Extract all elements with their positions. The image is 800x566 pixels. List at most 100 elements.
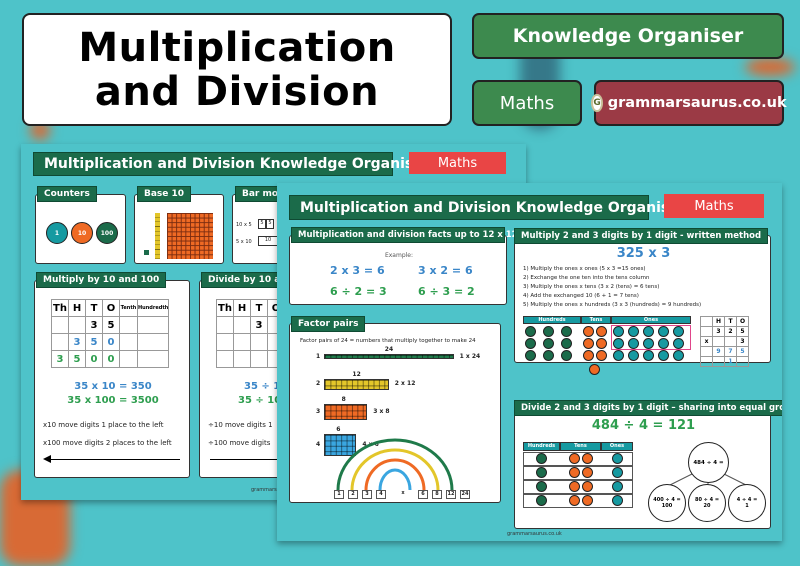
counter-10: [582, 453, 593, 464]
rule-note: x10 move digits 1 place to the left: [43, 421, 164, 429]
title-line-1: Multiplication: [78, 24, 396, 71]
table-header: O: [102, 299, 120, 317]
facts-panel: Example: 2 x 3 = 6 3 x 2 = 6 6 ÷ 2 = 3 6…: [289, 235, 507, 305]
rainbow-arc: [378, 468, 412, 491]
table-cell: [216, 316, 234, 334]
factor-number-box: 1: [334, 490, 344, 499]
array-col-count: 8: [341, 396, 346, 403]
fact-equation: 6 ÷ 2 = 3: [330, 285, 387, 298]
table-cell: [233, 333, 251, 351]
table-cell: 5: [68, 350, 86, 368]
page-title: Multiplication and Division: [22, 13, 452, 126]
table-cell: 5: [85, 333, 103, 351]
grid-row: x3: [700, 336, 749, 347]
array-row-count: 4: [316, 440, 321, 448]
counter-100: [525, 350, 536, 361]
base10-title: Base 10: [137, 186, 192, 202]
table-row: 350: [51, 333, 170, 351]
counter-1: [612, 467, 623, 478]
array-label: 3 x 8: [373, 408, 390, 416]
left-arrow-icon: [45, 459, 180, 460]
counter-1: [612, 495, 623, 506]
factor-number-box: 8: [432, 490, 442, 499]
counter-10: [569, 453, 580, 464]
grammarsaurus-logo-icon: G: [591, 94, 603, 112]
method-step: 4) Add the exchanged 10 (6 + 1 = 7 tens): [523, 293, 639, 299]
method-step: 5) Multiply the ones x hundreds (3 x 3 (…: [523, 302, 702, 308]
method-step: 3) Multiply the ones x tens (3 x 2 (tens…: [523, 284, 660, 290]
grid-cell: x: [700, 336, 713, 347]
exchanged-ten-counter: [589, 364, 600, 375]
base10-panel: [134, 194, 224, 264]
counter-10: [596, 326, 607, 337]
grid-row: 1: [700, 356, 749, 367]
table-cell: 3: [68, 333, 86, 351]
counter-1: [612, 481, 623, 492]
grid-cell: 3: [736, 336, 749, 347]
rainbow-arc: [336, 438, 454, 491]
knowledge-organiser-badge: Knowledge Organiser: [472, 13, 784, 59]
table-cell: 3: [250, 316, 268, 334]
counter-10: [582, 495, 593, 506]
table-cell: [233, 316, 251, 334]
table-cell: [136, 316, 170, 334]
written-method-title: Multiply 2 and 3 digits by 1 digit - wri…: [514, 228, 769, 244]
grid-row: 325: [700, 326, 749, 337]
grid-cell: O: [736, 316, 749, 327]
grid-cell: [736, 356, 749, 367]
fact-equation: 3 x 2 = 6: [418, 264, 473, 277]
rule-note: ÷100 move digits: [208, 439, 271, 447]
counter-10: [583, 338, 594, 349]
table-cell: 0: [102, 350, 120, 368]
website-badge[interactable]: G grammarsaurus.co.uk: [591, 80, 787, 126]
counters-title: Counters: [37, 186, 97, 202]
table-row: 3500: [51, 350, 170, 368]
counter-100: [536, 495, 547, 506]
partition-part: 80 ÷ 4 = 20: [688, 484, 726, 522]
fact-equation: 6 ÷ 3 = 2: [418, 285, 475, 298]
counter-100: [543, 338, 554, 349]
sharing-panel: 484 ÷ 4 = 121 Hundreds Tens Ones 484 ÷ 4 =…: [514, 407, 771, 529]
table-header: H: [233, 299, 251, 317]
array-label: 1 x 24: [459, 352, 481, 360]
multiply-10-panel: Th H T O Tenth Hundredth 3 5 3 5 0 3 5 0 0 35 x 10 = 3…: [34, 280, 190, 478]
place-value-table: Th H T O 3: [216, 299, 285, 368]
factor-description: Factor pairs of 24 = numbers that multip…: [300, 338, 476, 344]
counter-1: [643, 350, 654, 361]
table-cell: [216, 333, 234, 351]
table-cell: [119, 350, 138, 368]
factor-number-box: 4: [376, 490, 386, 499]
table-header: Hundreds: [523, 316, 581, 324]
bar-cell: 5: [258, 219, 266, 229]
table-header: Tens: [560, 442, 601, 451]
counter-100: [543, 326, 554, 337]
counter-100: [561, 350, 572, 361]
counter-100: [536, 453, 547, 464]
grid-cell: [700, 356, 713, 367]
factor-array: [324, 354, 454, 360]
sheet-subject: Maths: [409, 152, 506, 174]
grid-cell: [712, 336, 725, 347]
hundred-square: [167, 213, 213, 259]
background-shape: [745, 58, 795, 76]
table-header: Hundreds: [523, 442, 560, 451]
bar-row-label: 5 x 10: [236, 239, 252, 245]
table-cell: [136, 350, 170, 368]
factor-pairs-panel: Factor pairs of 24 = numbers that multip…: [289, 323, 501, 503]
unit-cube: [144, 250, 149, 255]
table-cell: [136, 333, 170, 351]
written-method-panel: 325 x 3 1) Multiply the ones x ones (5 x…: [514, 235, 771, 375]
sheet-footer: grammarsaurus.co.uk: [507, 531, 562, 537]
factor-number-box: 6: [418, 490, 428, 499]
table-cell: 3: [85, 316, 103, 334]
array-col-count: 12: [352, 371, 361, 378]
problem-equation: 484 ÷ 4 = 121: [591, 418, 696, 433]
subject-badge: Maths: [472, 80, 582, 126]
table-row: 3: [216, 316, 285, 334]
arrow-head: [43, 455, 51, 463]
website-link[interactable]: grammarsaurus.co.uk: [608, 95, 787, 111]
array-row-count: 1: [316, 352, 321, 360]
array-row-count: 2: [316, 380, 321, 388]
sharing-title: Divide 2 and 3 digits by 1 digit – shari…: [514, 400, 782, 416]
counter-100: [536, 481, 547, 492]
